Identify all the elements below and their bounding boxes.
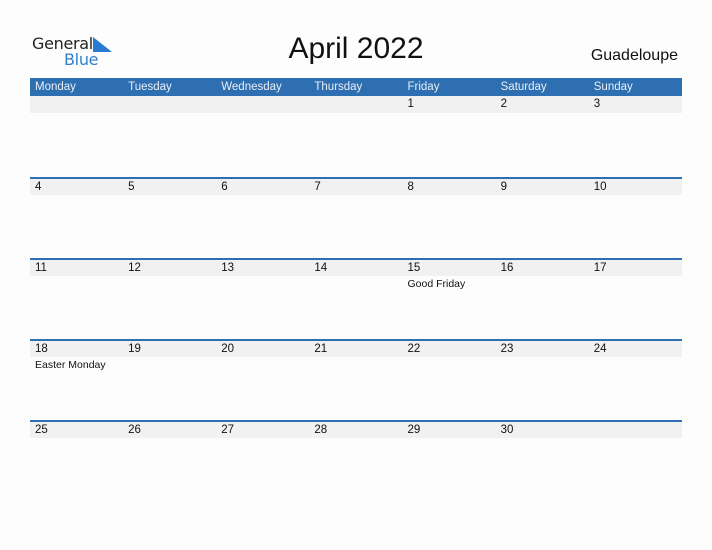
holiday-label xyxy=(216,357,309,373)
day-number: 23 xyxy=(500,343,514,355)
holiday-label xyxy=(309,357,402,373)
holiday-label xyxy=(496,438,589,454)
calendar: Monday Tuesday Wednesday Thursday Friday… xyxy=(30,78,682,501)
holiday-label xyxy=(403,438,496,454)
day-number: 24 xyxy=(593,343,607,355)
event-row xyxy=(30,195,682,211)
weekday-thursday: Thursday xyxy=(314,81,363,93)
holiday-label xyxy=(589,113,682,129)
day-number: 11 xyxy=(35,262,47,274)
week-row: 25 26 27 28 29 30 xyxy=(30,420,682,501)
holiday-label xyxy=(589,438,682,454)
day-number: 22 xyxy=(407,343,421,355)
day-number: 21 xyxy=(314,343,328,355)
week-row: 18 19 20 21 22 23 24 Easter Monday xyxy=(30,339,682,420)
week-row: 4 5 6 7 8 9 10 xyxy=(30,177,682,258)
holiday-label xyxy=(309,113,402,129)
day-number: 1 xyxy=(407,98,414,110)
day-number: 9 xyxy=(500,181,508,193)
day-number: 8 xyxy=(407,181,414,193)
holiday-label xyxy=(123,438,216,454)
day-number: 4 xyxy=(35,181,42,193)
holiday-label xyxy=(216,438,309,454)
day-number xyxy=(30,96,123,113)
day-number: 3 xyxy=(593,98,601,110)
week-row: 11 12 13 14 15 16 17 Good Friday xyxy=(30,258,682,339)
day-number xyxy=(123,96,216,113)
day-number-row: 25 26 27 28 29 30 xyxy=(30,422,682,438)
day-number: 27 xyxy=(221,424,235,436)
weekday-friday: Friday xyxy=(407,81,440,93)
day-number: 29 xyxy=(407,424,421,436)
weekday-header: Monday Tuesday Wednesday Thursday Friday… xyxy=(30,78,682,96)
holiday-label xyxy=(589,195,682,211)
day-number: 30 xyxy=(500,424,514,436)
holiday-label xyxy=(123,276,216,292)
day-number: 12 xyxy=(128,262,141,274)
weekday-sunday: Sunday xyxy=(593,81,633,93)
event-row: Easter Monday xyxy=(30,357,682,373)
region-label: Guadeloupe xyxy=(590,47,678,64)
holiday-label xyxy=(589,357,682,373)
holiday-label xyxy=(30,195,123,211)
event-row: Good Friday xyxy=(30,276,682,292)
day-number-row: 11 12 13 14 15 16 17 xyxy=(30,260,682,276)
holiday-label xyxy=(496,195,589,211)
day-number xyxy=(216,96,309,113)
holiday-label xyxy=(309,276,402,292)
holiday-label xyxy=(309,195,402,211)
day-number: 7 xyxy=(314,181,321,193)
week-row: 1 2 3 xyxy=(30,96,682,177)
holiday-label xyxy=(496,357,589,373)
holiday-label: Easter Monday xyxy=(35,359,106,371)
holiday-label xyxy=(30,113,123,129)
holiday-label: Good Friday xyxy=(407,278,466,290)
day-number: 26 xyxy=(128,424,141,436)
event-row xyxy=(30,113,682,129)
holiday-label xyxy=(123,195,216,211)
holiday-label xyxy=(403,195,496,211)
holiday-label xyxy=(123,113,216,129)
weekday-monday: Monday xyxy=(35,81,76,93)
holiday-label xyxy=(123,357,216,373)
day-number-row: 4 5 6 7 8 9 10 xyxy=(30,179,682,195)
day-number: 13 xyxy=(221,262,235,274)
weekday-tuesday: Tuesday xyxy=(128,81,172,93)
weekday-saturday: Saturday xyxy=(500,81,547,93)
day-number-row: 1 2 3 xyxy=(30,96,682,113)
holiday-label xyxy=(30,438,123,454)
day-number xyxy=(309,96,402,113)
day-number: 6 xyxy=(221,181,228,193)
day-number: 20 xyxy=(221,343,235,355)
holiday-label xyxy=(216,276,309,292)
holiday-label xyxy=(496,276,589,292)
event-row xyxy=(30,438,682,454)
holiday-label xyxy=(403,113,496,129)
holiday-label xyxy=(216,195,309,211)
day-number: 14 xyxy=(314,262,328,274)
day-number-row: 18 19 20 21 22 23 24 xyxy=(30,341,682,357)
holiday-label xyxy=(309,438,402,454)
day-number: 17 xyxy=(593,262,607,274)
day-number: 28 xyxy=(314,424,328,436)
day-number: 16 xyxy=(500,262,514,274)
holiday-label xyxy=(30,276,123,292)
day-number: 19 xyxy=(128,343,141,355)
day-number: 10 xyxy=(593,181,607,193)
day-number: 18 xyxy=(35,343,48,355)
holiday-label xyxy=(589,276,682,292)
holiday-label xyxy=(496,113,589,129)
day-number: 5 xyxy=(128,181,135,193)
day-number xyxy=(589,422,682,438)
holiday-label xyxy=(216,113,309,129)
weekday-wednesday: Wednesday xyxy=(221,81,282,93)
holiday-label xyxy=(403,357,496,373)
day-number: 25 xyxy=(35,424,48,436)
day-number: 2 xyxy=(500,98,508,110)
day-number: 15 xyxy=(407,262,421,274)
